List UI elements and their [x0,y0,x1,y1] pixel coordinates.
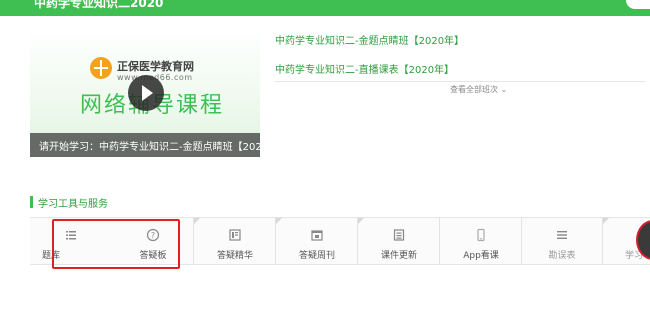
video-caption: 请开始学习：中药学专业知识二-金题点睛班【2020 [39,142,260,153]
brand-logo-icon [90,57,112,79]
tool-label: App看课 [463,251,499,261]
tool-app-watch[interactable]: App看课 [440,218,522,264]
video-caption-bar: 请开始学习：中药学专业知识二-金题点睛班【2020 [30,133,260,157]
course-title: 中药学专业知识二2020 [34,0,164,10]
divider [275,81,645,82]
phone-icon [477,228,485,242]
view-all-link[interactable]: 查看全部班次 ⌄ [450,84,507,95]
tool-label: 学习 [625,251,644,261]
course-header-bar: 中药学专业知识二2020 [0,0,650,16]
play-icon[interactable] [128,75,164,111]
tool-label: 课件更新 [380,251,417,261]
section-marker [30,196,33,208]
course-link-live-schedule[interactable]: 中药学专业知识二-直播课表【2020年】 [275,61,454,76]
tool-label: 答疑精华 [216,251,253,261]
tool-label: 答疑周刊 [298,251,335,261]
tool-errata[interactable]: 勘误表 [522,218,602,264]
tool-label: 勘误表 [548,251,576,261]
tool-qa-weekly[interactable]: 答疑周刊 [276,218,358,264]
calendar-icon [311,230,323,241]
header-more-button[interactable] [626,0,650,9]
logo-name: 正保医学教育网 [117,60,194,73]
course-link-jinti[interactable]: 中药学专业知识二-金题点睛班【2020年】 [275,32,464,47]
book-icon [229,229,241,241]
tool-courseware-update[interactable]: 课件更新 [358,218,440,264]
tools-section-title: 学习工具与服务 [38,199,108,210]
video-player[interactable]: 正保医学教育网 www.med66.com 网络辅导课程 请开始学习：中药学专业… [30,27,260,157]
document-icon [393,229,405,241]
menu-icon [557,231,567,239]
selection-highlight [52,219,180,269]
tool-qa-highlights[interactable]: 答疑精华 [194,218,276,264]
